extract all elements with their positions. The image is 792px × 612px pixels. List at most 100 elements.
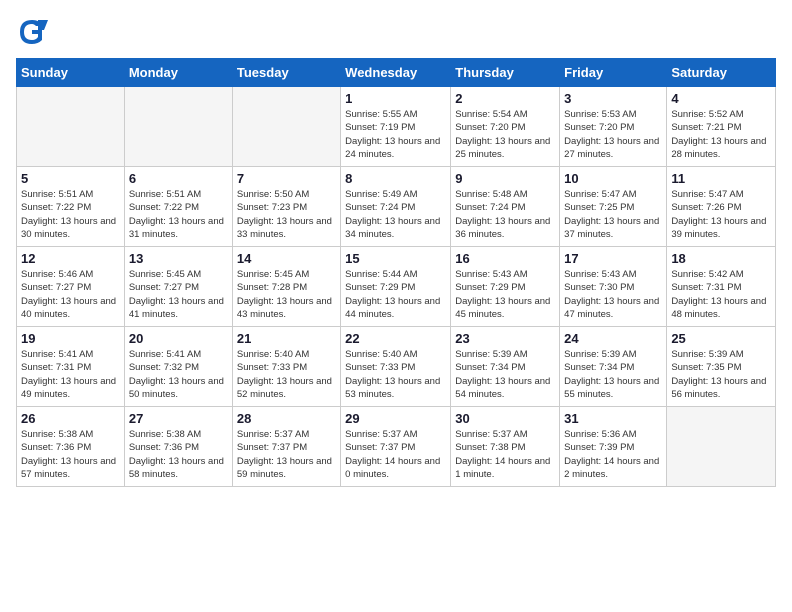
day-info: Sunrise: 5:39 AM Sunset: 7:34 PM Dayligh…	[564, 348, 662, 401]
day-number: 29	[345, 411, 446, 426]
calendar-cell: 16 Sunrise: 5:43 AM Sunset: 7:29 PM Dayli…	[451, 247, 560, 327]
day-info: Sunrise: 5:51 AM Sunset: 7:22 PM Dayligh…	[129, 188, 228, 241]
day-info: Sunrise: 5:54 AM Sunset: 7:20 PM Dayligh…	[455, 108, 555, 161]
calendar-cell: 12 Sunrise: 5:46 AM Sunset: 7:27 PM Dayli…	[17, 247, 125, 327]
calendar-cell: 4 Sunrise: 5:52 AM Sunset: 7:21 PM Daylig…	[667, 87, 776, 167]
day-number: 12	[21, 251, 120, 266]
weekday-header: Tuesday	[232, 59, 340, 87]
day-number: 20	[129, 331, 228, 346]
calendar-cell: 30 Sunrise: 5:37 AM Sunset: 7:38 PM Dayli…	[451, 407, 560, 487]
calendar-cell: 17 Sunrise: 5:43 AM Sunset: 7:30 PM Dayli…	[560, 247, 667, 327]
calendar-cell	[124, 87, 232, 167]
calendar-cell: 8 Sunrise: 5:49 AM Sunset: 7:24 PM Daylig…	[341, 167, 451, 247]
day-info: Sunrise: 5:49 AM Sunset: 7:24 PM Dayligh…	[345, 188, 446, 241]
day-info: Sunrise: 5:37 AM Sunset: 7:37 PM Dayligh…	[345, 428, 446, 481]
calendar-cell: 28 Sunrise: 5:37 AM Sunset: 7:37 PM Dayli…	[232, 407, 340, 487]
calendar-week-row: 1 Sunrise: 5:55 AM Sunset: 7:19 PM Daylig…	[17, 87, 776, 167]
day-number: 27	[129, 411, 228, 426]
calendar-cell: 2 Sunrise: 5:54 AM Sunset: 7:20 PM Daylig…	[451, 87, 560, 167]
day-number: 2	[455, 91, 555, 106]
day-info: Sunrise: 5:55 AM Sunset: 7:19 PM Dayligh…	[345, 108, 446, 161]
logo-icon	[16, 16, 48, 48]
calendar-table: SundayMondayTuesdayWednesdayThursdayFrid…	[16, 58, 776, 487]
calendar-week-row: 5 Sunrise: 5:51 AM Sunset: 7:22 PM Daylig…	[17, 167, 776, 247]
calendar-cell: 13Sunrise: 5:45 AM Sunset: 7:27 PM Dayli…	[124, 247, 232, 327]
day-info: Sunrise: 5:44 AM Sunset: 7:29 PM Dayligh…	[345, 268, 446, 321]
calendar-cell: 10 Sunrise: 5:47 AM Sunset: 7:25 PM Dayli…	[560, 167, 667, 247]
day-info: Sunrise: 5:48 AM Sunset: 7:24 PM Dayligh…	[455, 188, 555, 241]
calendar-cell: 27 Sunrise: 5:38 AM Sunset: 7:36 PM Dayli…	[124, 407, 232, 487]
day-info: Sunrise: 5:37 AM Sunset: 7:37 PM Dayligh…	[237, 428, 336, 481]
day-number: 5	[21, 171, 120, 186]
day-number: 13	[129, 251, 228, 266]
calendar-cell	[667, 407, 776, 487]
day-info: Sunrise: 5:41 AM Sunset: 7:32 PM Dayligh…	[129, 348, 228, 401]
calendar-cell: 15 Sunrise: 5:44 AM Sunset: 7:29 PM Dayli…	[341, 247, 451, 327]
day-info: Sunrise: 5:37 AM Sunset: 7:38 PM Dayligh…	[455, 428, 555, 481]
calendar-cell: 14 Sunrise: 5:45 AM Sunset: 7:28 PM Dayli…	[232, 247, 340, 327]
day-number: 23	[455, 331, 555, 346]
weekday-header: Friday	[560, 59, 667, 87]
calendar-cell	[17, 87, 125, 167]
day-number: 30	[455, 411, 555, 426]
day-number: 22	[345, 331, 446, 346]
day-number: 8	[345, 171, 446, 186]
calendar-cell: 7 Sunrise: 5:50 AM Sunset: 7:23 PM Daylig…	[232, 167, 340, 247]
day-info: Sunrise: 5:38 AM Sunset: 7:36 PM Dayligh…	[129, 428, 228, 481]
day-info: Sunrise: 5:38 AM Sunset: 7:36 PM Dayligh…	[21, 428, 120, 481]
calendar-cell: 18 Sunrise: 5:42 AM Sunset: 7:31 PM Dayli…	[667, 247, 776, 327]
calendar-cell: 25Sunrise: 5:39 AM Sunset: 7:35 PM Dayli…	[667, 327, 776, 407]
weekday-header: Sunday	[17, 59, 125, 87]
day-number: 4	[671, 91, 771, 106]
day-info: Sunrise: 5:47 AM Sunset: 7:25 PM Dayligh…	[564, 188, 662, 241]
weekday-header: Saturday	[667, 59, 776, 87]
weekday-header: Wednesday	[341, 59, 451, 87]
day-number: 9	[455, 171, 555, 186]
day-number: 21	[237, 331, 336, 346]
calendar-cell: 21Sunrise: 5:40 AM Sunset: 7:33 PM Dayli…	[232, 327, 340, 407]
day-number: 25	[671, 331, 771, 346]
calendar-cell: 11 Sunrise: 5:47 AM Sunset: 7:26 PM Dayli…	[667, 167, 776, 247]
day-info: Sunrise: 5:53 AM Sunset: 7:20 PM Dayligh…	[564, 108, 662, 161]
calendar-header-row: SundayMondayTuesdayWednesdayThursdayFrid…	[17, 59, 776, 87]
calendar-cell: 1 Sunrise: 5:55 AM Sunset: 7:19 PM Daylig…	[341, 87, 451, 167]
logo	[16, 16, 52, 48]
day-number: 11	[671, 171, 771, 186]
day-number: 10	[564, 171, 662, 186]
calendar-cell: 3Sunrise: 5:53 AM Sunset: 7:20 PM Daylig…	[560, 87, 667, 167]
day-info: Sunrise: 5:45 AM Sunset: 7:28 PM Dayligh…	[237, 268, 336, 321]
day-number: 24	[564, 331, 662, 346]
day-number: 16	[455, 251, 555, 266]
day-number: 28	[237, 411, 336, 426]
day-info: Sunrise: 5:52 AM Sunset: 7:21 PM Dayligh…	[671, 108, 771, 161]
calendar-week-row: 26 Sunrise: 5:38 AM Sunset: 7:36 PM Dayli…	[17, 407, 776, 487]
calendar-cell: 24 Sunrise: 5:39 AM Sunset: 7:34 PM Dayli…	[560, 327, 667, 407]
calendar-cell: 31Sunrise: 5:36 AM Sunset: 7:39 PM Dayli…	[560, 407, 667, 487]
day-info: Sunrise: 5:50 AM Sunset: 7:23 PM Dayligh…	[237, 188, 336, 241]
calendar-cell: 26 Sunrise: 5:38 AM Sunset: 7:36 PM Dayli…	[17, 407, 125, 487]
day-number: 26	[21, 411, 120, 426]
day-number: 17	[564, 251, 662, 266]
day-info: Sunrise: 5:42 AM Sunset: 7:31 PM Dayligh…	[671, 268, 771, 321]
day-info: Sunrise: 5:43 AM Sunset: 7:30 PM Dayligh…	[564, 268, 662, 321]
calendar-body: 1 Sunrise: 5:55 AM Sunset: 7:19 PM Daylig…	[17, 87, 776, 487]
calendar-week-row: 19Sunrise: 5:41 AM Sunset: 7:31 PM Dayli…	[17, 327, 776, 407]
calendar-cell: 29 Sunrise: 5:37 AM Sunset: 7:37 PM Dayli…	[341, 407, 451, 487]
day-info: Sunrise: 5:51 AM Sunset: 7:22 PM Dayligh…	[21, 188, 120, 241]
weekday-header: Thursday	[451, 59, 560, 87]
calendar-cell	[232, 87, 340, 167]
day-number: 14	[237, 251, 336, 266]
calendar-cell: 19Sunrise: 5:41 AM Sunset: 7:31 PM Dayli…	[17, 327, 125, 407]
day-number: 19	[21, 331, 120, 346]
day-info: Sunrise: 5:46 AM Sunset: 7:27 PM Dayligh…	[21, 268, 120, 321]
day-info: Sunrise: 5:40 AM Sunset: 7:33 PM Dayligh…	[345, 348, 446, 401]
day-number: 7	[237, 171, 336, 186]
day-info: Sunrise: 5:43 AM Sunset: 7:29 PM Dayligh…	[455, 268, 555, 321]
day-number: 31	[564, 411, 662, 426]
day-number: 15	[345, 251, 446, 266]
day-info: Sunrise: 5:39 AM Sunset: 7:34 PM Dayligh…	[455, 348, 555, 401]
day-number: 1	[345, 91, 446, 106]
day-number: 18	[671, 251, 771, 266]
calendar-cell: 9 Sunrise: 5:48 AM Sunset: 7:24 PM Daylig…	[451, 167, 560, 247]
day-info: Sunrise: 5:47 AM Sunset: 7:26 PM Dayligh…	[671, 188, 771, 241]
